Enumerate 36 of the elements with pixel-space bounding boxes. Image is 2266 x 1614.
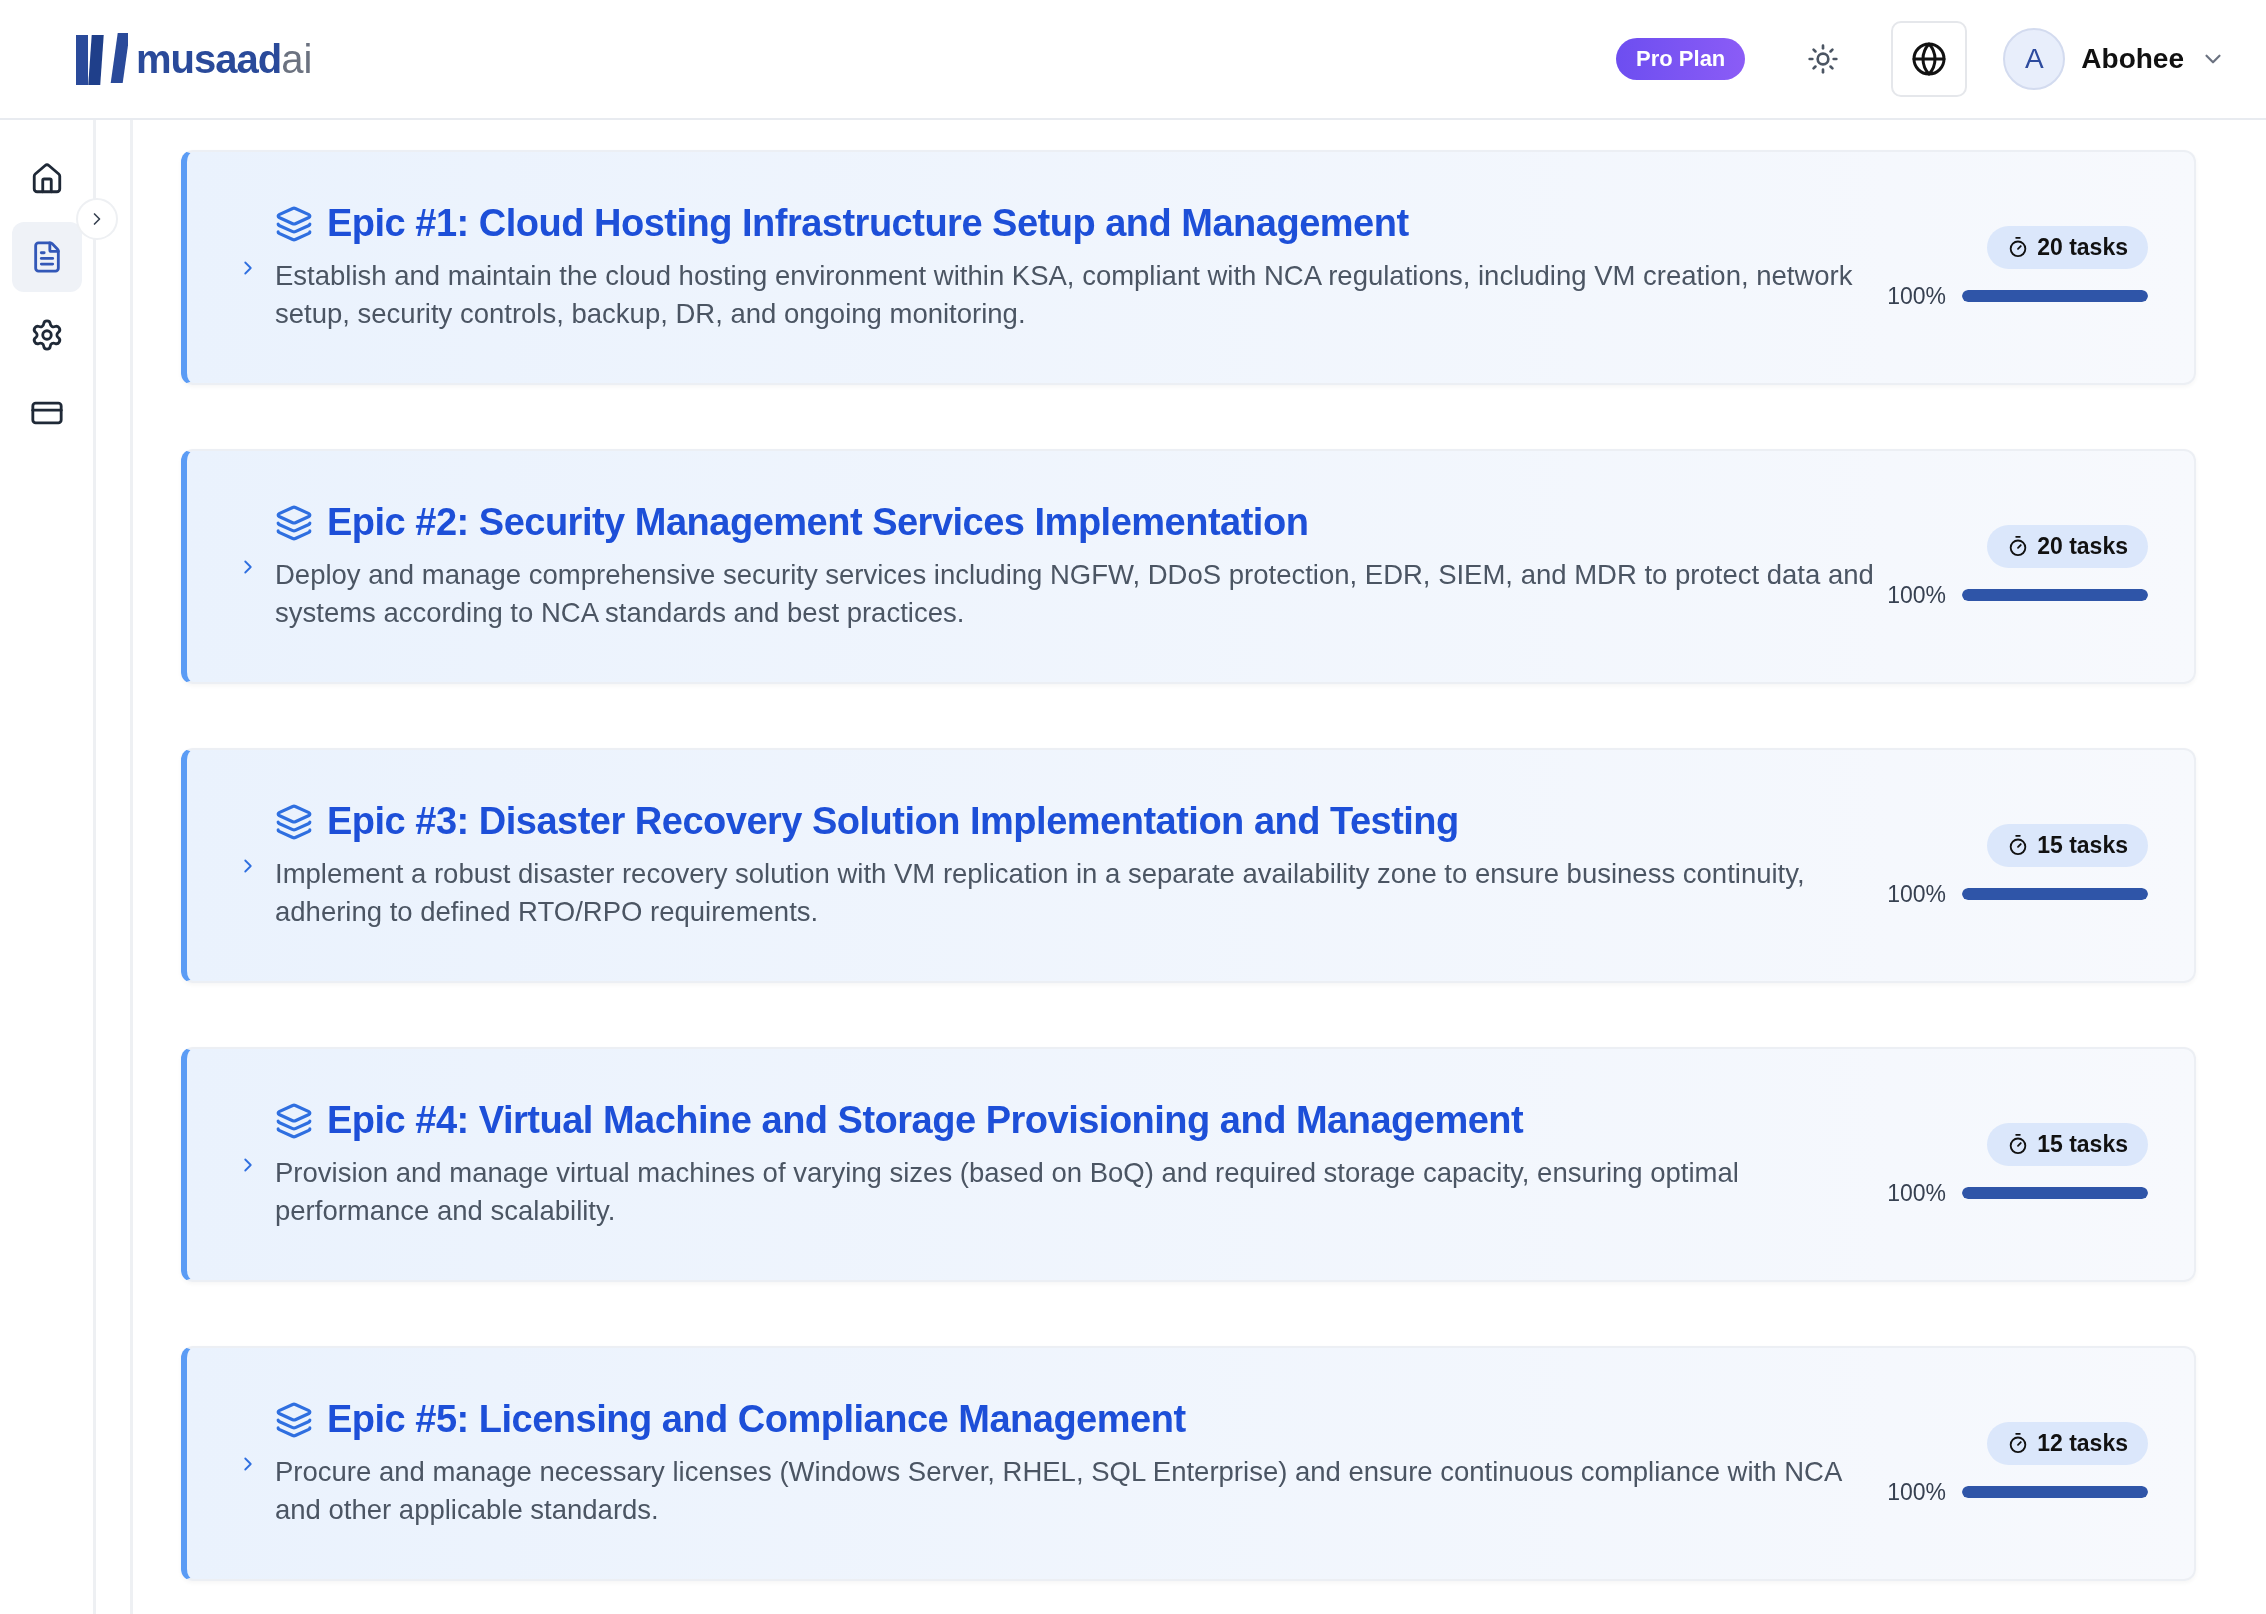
epic-description: Establish and maintain the cloud hosting environment within KSA, compliant with NCA regulations, including VM creation, network setup, security controls, backup, DR, and ongoing monitoring. [275,259,1854,331]
logo-text: musaad [136,36,282,81]
progress-percent: 100% [1887,1179,1946,1207]
progress-percent: 100% [1887,880,1946,908]
user-name: Abohee [2081,43,2184,75]
plan-badge: Pro Plan [1616,38,1746,80]
layers-icon [275,503,313,542]
task-count: 20 tasks [2037,233,2128,261]
task-count: 20 tasks [2037,532,2128,560]
epic-title: Epic #4: Virtual Machine and Storage Provisioning and Management [327,1099,1524,1142]
epic-description: Procure and manage necessary licenses (Windows Server, RHEL, SQL Enterprise) and ensure continuous compliance with NCA and other applicable standards. [275,1455,1843,1527]
task-count: 15 tasks [2037,831,2128,859]
user-menu[interactable]: A Abohee [2003,28,2226,90]
epic-title: Epic #1: Cloud Hosting Infrastructure Setup and Management [327,202,1409,245]
progress-percent: 100% [1887,581,1946,609]
progress-percent: 100% [1887,282,1946,310]
language-button[interactable] [1891,21,1968,97]
layers-icon [275,204,313,243]
layers-icon [275,802,313,841]
epic-title: Epic #5: Licensing and Compliance Management [327,1398,1186,1441]
sidebar-item[interactable] [11,222,82,292]
epic-description: Deploy and manage comprehensive security services including NGFW, DDoS protection, EDR, SIEM, and MDR to protect data and systems according to NCA standards and best practices. [275,558,1875,630]
task-count: 12 tasks [2037,1429,2128,1457]
epic-description: Implement a robust disaster recovery solution with VM replication in a separate availability zone to ensure business continuity, adhering to defined RTO/RPO requirements. [275,857,1806,929]
globe-icon [1911,41,1948,77]
epic-title: Epic #3: Disaster Recovery Solution Implementation and Testing [327,800,1459,843]
avatar: A [2003,28,2066,90]
logo-icon [74,31,128,87]
epic-description: Provision and manage virtual machines of varying sizes (based on BoQ) and required storage capacity, ensuring optimal performance and scalability. [275,1156,1740,1228]
progress-percent: 100% [1887,1478,1946,1506]
layers-icon [275,1400,313,1439]
layers-icon [275,1101,313,1140]
logo-suffix: ai [281,36,313,81]
epic-title: Epic #2: Security Management Services Implementation [327,501,1309,544]
task-count: 15 tasks [2037,1130,2128,1158]
sun-icon [1807,43,1840,75]
